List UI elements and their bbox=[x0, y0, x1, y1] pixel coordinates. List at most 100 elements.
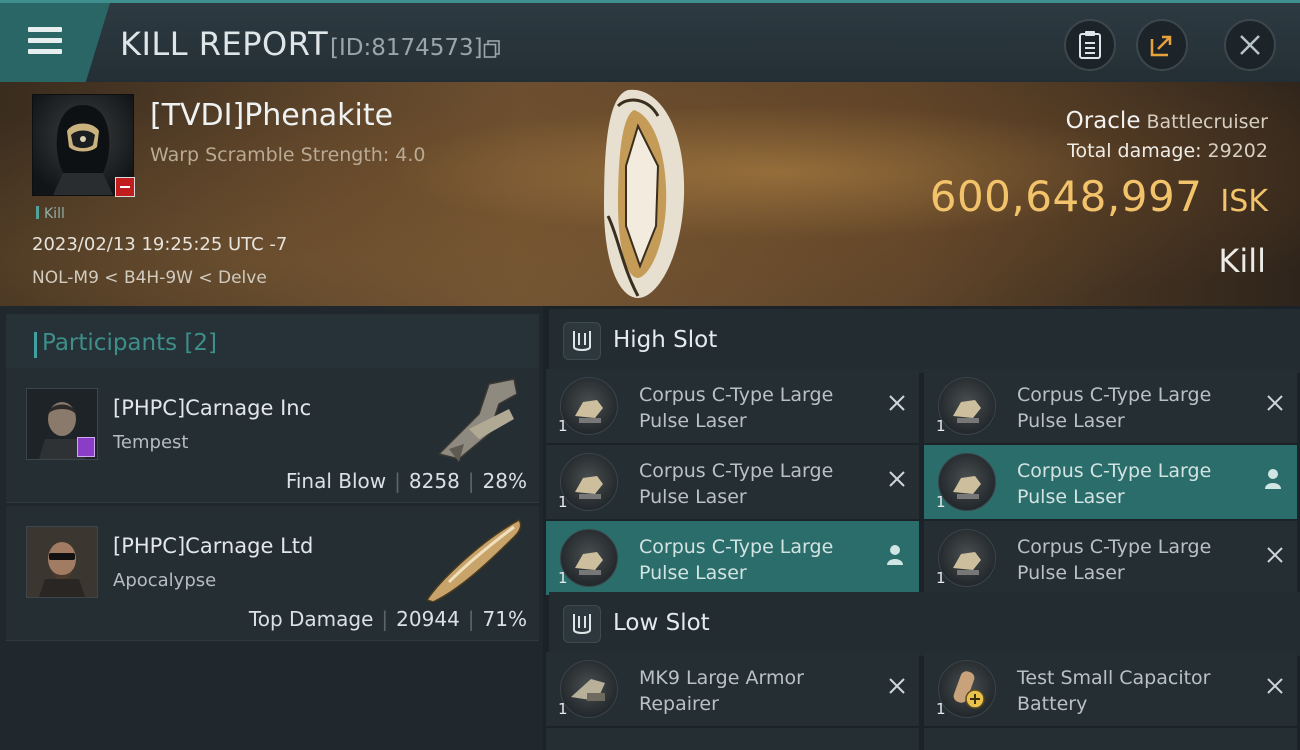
participant-avatar[interactable] bbox=[26, 526, 98, 598]
module-name: Test Small Capacitor Battery bbox=[1017, 667, 1211, 715]
section-accent-bar bbox=[34, 332, 37, 358]
page-title: KILL REPORT bbox=[120, 25, 329, 63]
module-name: Corpus C-Type Large Pulse Laser bbox=[1017, 384, 1212, 432]
participant-stats: Top Damage | 20944 | 71% bbox=[248, 607, 527, 631]
fittings-panel: High Slot 1 Corpus C-Type Large Pulse Las… bbox=[543, 306, 1300, 750]
clipboard-icon bbox=[1079, 31, 1101, 59]
pulse-laser-icon bbox=[560, 529, 618, 587]
copy-icon[interactable] bbox=[483, 40, 501, 58]
share-icon bbox=[1150, 35, 1172, 57]
share-button[interactable] bbox=[1136, 19, 1188, 71]
minus-badge-icon bbox=[115, 177, 135, 197]
pulse-laser-icon bbox=[560, 377, 618, 435]
destroyed-x-icon bbox=[1267, 678, 1283, 694]
participant-row[interactable]: [PHPC]Carnage Inc Tempest Final Blow | 825… bbox=[6, 368, 539, 503]
participant-damage: 8258 bbox=[408, 469, 460, 493]
participant-role: Top Damage bbox=[248, 607, 374, 631]
module-item[interactable]: 1 Corpus C-Type Large Pulse Laser bbox=[924, 369, 1297, 443]
module-item[interactable]: 1 Test Small Capacitor Battery bbox=[924, 652, 1297, 726]
kill-tag: Kill bbox=[36, 206, 65, 222]
victim-banner: [TVDI]Phenakite Warp Scramble Strength: … bbox=[0, 82, 1300, 306]
high-slot-icon bbox=[563, 322, 601, 360]
module-quantity: 1 bbox=[558, 569, 568, 587]
module-name: MK9 Large Armor Repairer bbox=[639, 667, 804, 715]
corp-badge-icon bbox=[77, 437, 95, 457]
participants-title: Participants [2] bbox=[42, 330, 217, 356]
participant-role: Final Blow bbox=[285, 469, 387, 493]
module-quantity: 1 bbox=[558, 700, 568, 718]
module-item[interactable]: 1 Corpus C-Type Large Pulse Laser bbox=[546, 369, 919, 443]
result-label: Kill bbox=[1218, 242, 1266, 280]
clipboard-button[interactable] bbox=[1064, 19, 1116, 71]
total-damage: Total damage: 29202 bbox=[1067, 140, 1268, 162]
module-quantity: 1 bbox=[936, 700, 946, 718]
participant-avatar[interactable] bbox=[26, 388, 98, 460]
victim-name[interactable]: [TVDI]Phenakite bbox=[150, 98, 393, 133]
module-name: Corpus C-Type Large Pulse Laser bbox=[639, 536, 834, 584]
module-item[interactable]: 1 Corpus C-Type Large Pulse Laser bbox=[924, 521, 1297, 595]
close-button[interactable] bbox=[1224, 19, 1276, 71]
low-slot-title: Low Slot bbox=[613, 610, 710, 636]
module-item[interactable] bbox=[546, 728, 919, 750]
total-damage-label: Total damage: bbox=[1067, 140, 1202, 162]
pulse-laser-icon bbox=[938, 453, 996, 511]
module-item[interactable]: 1 Corpus C-Type Large Pulse Laser bbox=[546, 445, 919, 519]
isk-unit: ISK bbox=[1220, 184, 1268, 219]
kill-location[interactable]: NOL-M9 < B4H-9W < Delve bbox=[32, 268, 267, 288]
module-name: Corpus C-Type Large Pulse Laser bbox=[639, 460, 834, 508]
report-id: [ID:8174573] bbox=[330, 35, 483, 61]
victim-ship-name[interactable]: Oracle bbox=[1066, 108, 1141, 134]
kill-datetime: 2023/02/13 19:25:25 UTC -7 bbox=[32, 234, 288, 255]
participant-name[interactable]: [PHPC]Carnage Ltd bbox=[113, 534, 313, 558]
low-slot-header: Low Slot bbox=[549, 592, 1300, 656]
pulse-laser-icon bbox=[938, 377, 996, 435]
module-item[interactable]: 1 Corpus C-Type Large Pulse Laser bbox=[546, 521, 919, 595]
apocalypse-ship-icon[interactable] bbox=[419, 512, 529, 602]
victim-ship-line: Oracle Battlecruiser bbox=[1066, 108, 1268, 134]
module-name: Corpus C-Type Large Pulse Laser bbox=[1017, 460, 1212, 508]
pulse-laser-icon bbox=[560, 453, 618, 511]
dropped-person-icon bbox=[1265, 469, 1281, 489]
destroyed-x-icon bbox=[889, 678, 905, 694]
menu-icon bbox=[28, 27, 62, 60]
high-slot-title: High Slot bbox=[613, 327, 718, 353]
close-icon bbox=[1240, 35, 1260, 55]
destroyed-x-icon bbox=[889, 471, 905, 487]
participant-ship: Tempest bbox=[113, 432, 189, 453]
total-damage-value: 29202 bbox=[1207, 140, 1268, 162]
top-bar: KILL REPORT [ID:8174573] bbox=[0, 0, 1300, 82]
isk-value: 600,648,997 bbox=[929, 172, 1203, 221]
destroyed-x-icon bbox=[889, 395, 905, 411]
participant-row[interactable]: [PHPC]Carnage Ltd Apocalypse Top Damage |… bbox=[6, 506, 539, 641]
participant-percent: 28% bbox=[482, 469, 527, 493]
participants-header: Participants [2] bbox=[6, 314, 539, 370]
module-quantity: 1 bbox=[558, 493, 568, 511]
module-item[interactable]: 1 MK9 Large Armor Repairer bbox=[546, 652, 919, 726]
victim-avatar[interactable] bbox=[32, 94, 135, 197]
destroyed-x-icon bbox=[1267, 395, 1283, 411]
participant-ship: Apocalypse bbox=[113, 570, 217, 591]
tempest-ship-icon[interactable] bbox=[419, 374, 529, 464]
dropped-person-icon bbox=[887, 545, 903, 565]
participants-panel: Participants [2] [PHPC]Carnage Inc Tempe… bbox=[0, 306, 543, 750]
capacitor-battery-icon bbox=[938, 660, 996, 718]
module-quantity: 1 bbox=[936, 569, 946, 587]
pilot-portrait bbox=[27, 527, 97, 597]
module-name: Corpus C-Type Large Pulse Laser bbox=[1017, 536, 1212, 584]
module-quantity: 1 bbox=[936, 493, 946, 511]
module-name: Corpus C-Type Large Pulse Laser bbox=[639, 384, 834, 432]
module-item[interactable] bbox=[924, 728, 1297, 750]
victim-ship-image[interactable] bbox=[598, 86, 688, 302]
module-item[interactable]: 1 Corpus C-Type Large Pulse Laser bbox=[924, 445, 1297, 519]
participant-stats: Final Blow | 8258 | 28% bbox=[285, 469, 527, 493]
pulse-laser-icon bbox=[938, 529, 996, 587]
isk-value-line: 600,648,997 ISK bbox=[930, 172, 1268, 221]
high-slot-header: High Slot bbox=[549, 309, 1300, 373]
module-quantity: 1 bbox=[558, 417, 568, 435]
destroyed-x-icon bbox=[1267, 547, 1283, 563]
module-quantity: 1 bbox=[936, 417, 946, 435]
victim-ship-class: Battlecruiser bbox=[1146, 111, 1268, 133]
menu-button[interactable] bbox=[0, 3, 110, 82]
participant-percent: 71% bbox=[482, 607, 527, 631]
participant-name[interactable]: [PHPC]Carnage Inc bbox=[113, 396, 311, 420]
